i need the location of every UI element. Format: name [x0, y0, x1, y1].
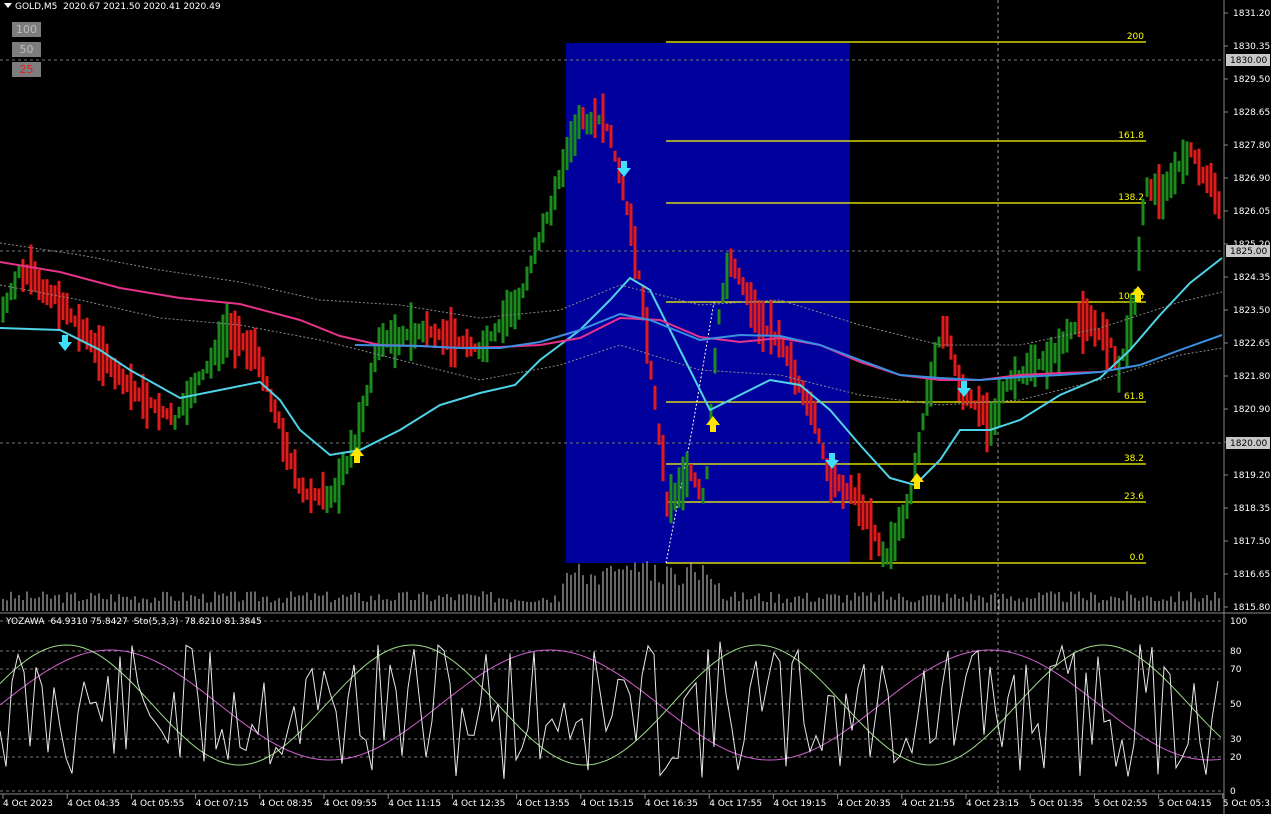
time-axis-label: 5 Oct 02:55 — [1094, 799, 1147, 809]
chart-symbol-header: GOLD,M5 2020.67 2021.50 2020.41 2020.49 — [4, 2, 221, 12]
price-axis-label: 1826.05 — [1233, 207, 1270, 217]
fib-level-label: 161.8 — [1118, 131, 1144, 141]
time-axis-label: 5 Oct 04:15 — [1159, 799, 1212, 809]
quantity-button-50[interactable]: 50 — [12, 42, 41, 57]
time-axis-label: 4 Oct 09:55 — [324, 799, 377, 809]
stochastic-name: Sto(5,3,3) — [133, 617, 179, 627]
dropdown-triangle-icon[interactable] — [4, 3, 12, 8]
fib-level-label: 0.0 — [1130, 553, 1145, 563]
indicator-level-label: 70 — [1230, 665, 1242, 675]
time-axis-label: 4 Oct 2023 — [3, 799, 53, 809]
time-axis-label: 4 Oct 07:15 — [196, 799, 249, 809]
price-axis-label: 1824.35 — [1233, 273, 1270, 283]
fib-level-label: 200 — [1127, 32, 1144, 42]
price-axis-label: 1827.80 — [1233, 141, 1270, 151]
indicator-level-label: 0 — [1230, 787, 1236, 797]
ohlc-quote: 2020.67 2021.50 2020.41 2020.49 — [63, 2, 221, 12]
time-axis-label: 5 Oct 05:35 — [1223, 799, 1271, 809]
time-axis-label: 5 Oct 01:35 — [1030, 799, 1083, 809]
indicator-level-label: 50 — [1230, 700, 1242, 710]
time-axis-label: 4 Oct 12:35 — [452, 799, 505, 809]
time-axis-label: 4 Oct 19:15 — [773, 799, 826, 809]
price-marker-label: 1830.00 — [1230, 56, 1267, 66]
symbol-label: GOLD,M5 — [15, 2, 58, 12]
price-axis-label: 1822.65 — [1233, 339, 1270, 349]
price-axis-label: 1830.35 — [1233, 42, 1270, 52]
price-axis-label: 1820.90 — [1233, 405, 1270, 415]
time-axis-label: 4 Oct 23:15 — [966, 799, 1019, 809]
indicator-level-label: 30 — [1230, 735, 1242, 745]
fib-level-label: 38.2 — [1124, 454, 1144, 464]
indicator-level-label: 80 — [1230, 647, 1242, 657]
time-axis-label: 4 Oct 21:55 — [902, 799, 955, 809]
price-marker-label: 1820.00 — [1230, 439, 1267, 449]
time-axis-label: 4 Oct 16:35 — [645, 799, 698, 809]
quantity-button-100[interactable]: 100 — [12, 22, 41, 37]
trading-chart[interactable]: 200161.8138.2100.061.838.223.60.0 100807… — [0, 0, 1271, 814]
stochastic-values: 78.8210 81.3845 — [184, 617, 262, 627]
indicator-level-label: 100 — [1230, 617, 1247, 627]
price-axis-label: 1826.90 — [1233, 174, 1270, 184]
fib-level-label: 138.2 — [1118, 193, 1144, 203]
fib-level-label: 61.8 — [1124, 392, 1144, 402]
price-axis-label: 1829.50 — [1233, 75, 1270, 85]
indicator-header: YOZAWA 64.9310 75.8427 Sto(5,3,3) 78.8210 8… — [6, 617, 268, 627]
price-axis-label: 1817.50 — [1233, 537, 1270, 547]
time-axis-label: 4 Oct 15:15 — [581, 799, 634, 809]
quantity-button-25[interactable]: 25 — [12, 62, 41, 77]
time-axis-label: 4 Oct 17:55 — [709, 799, 762, 809]
price-axis-label: 1821.80 — [1233, 372, 1270, 382]
time-axis-label: 4 Oct 05:55 — [131, 799, 184, 809]
time-axis-label: 4 Oct 08:35 — [260, 799, 313, 809]
price-axis-label: 1831.20 — [1233, 9, 1270, 19]
indicator-level-label: 20 — [1230, 753, 1242, 763]
price-axis-label: 1819.20 — [1233, 471, 1270, 481]
fib-zone-rect — [566, 43, 850, 563]
time-axis-label: 4 Oct 13:55 — [517, 799, 570, 809]
price-axis-label: 1823.50 — [1233, 306, 1270, 316]
time-axis-label: 4 Oct 20:35 — [838, 799, 891, 809]
time-axis-label: 4 Oct 04:35 — [67, 799, 120, 809]
price-marker-label: 1825.00 — [1230, 247, 1267, 257]
indicator-name: YOZAWA — [6, 617, 45, 627]
price-axis-label: 1818.35 — [1233, 504, 1270, 514]
price-axis-label: 1815.80 — [1233, 603, 1270, 613]
price-axis-label: 1816.65 — [1233, 570, 1270, 580]
fib-level-label: 23.6 — [1124, 492, 1144, 502]
indicator-values: 64.9310 75.8427 — [50, 617, 128, 627]
time-axis-label: 4 Oct 11:15 — [388, 799, 441, 809]
price-axis-label: 1828.65 — [1233, 108, 1270, 118]
